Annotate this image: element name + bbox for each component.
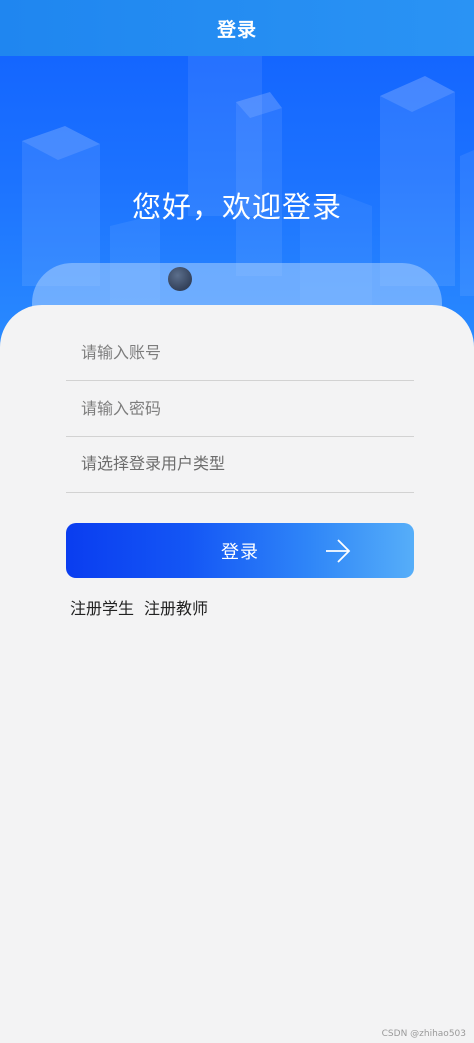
watermark: CSDN @zhihao503 (381, 1029, 466, 1039)
arrow-right-icon (326, 539, 351, 563)
register-student-link[interactable]: 注册学生 (70, 595, 134, 619)
login-button-label: 登录 (221, 541, 259, 563)
user-type-select[interactable]: 请选择登录用户类型 (66, 436, 414, 493)
login-button[interactable]: 登录 (66, 523, 414, 578)
nav-bar: 登录 (0, 0, 474, 56)
register-teacher-link[interactable]: 注册教师 (144, 595, 208, 619)
page-title: 登录 (216, 18, 257, 41)
account-input[interactable] (66, 324, 414, 380)
password-input[interactable] (66, 380, 414, 436)
password-field (66, 380, 414, 437)
account-field (66, 324, 414, 381)
welcome-heading: 您好，欢迎登录 (131, 190, 342, 224)
register-links: 注册学生 注册教师 (70, 595, 208, 619)
floating-dot (168, 267, 192, 291)
login-panel: 请选择登录用户类型 登录 注册学生 注册教师 (0, 305, 474, 1043)
user-type-placeholder: 请选择登录用户类型 (81, 454, 226, 473)
